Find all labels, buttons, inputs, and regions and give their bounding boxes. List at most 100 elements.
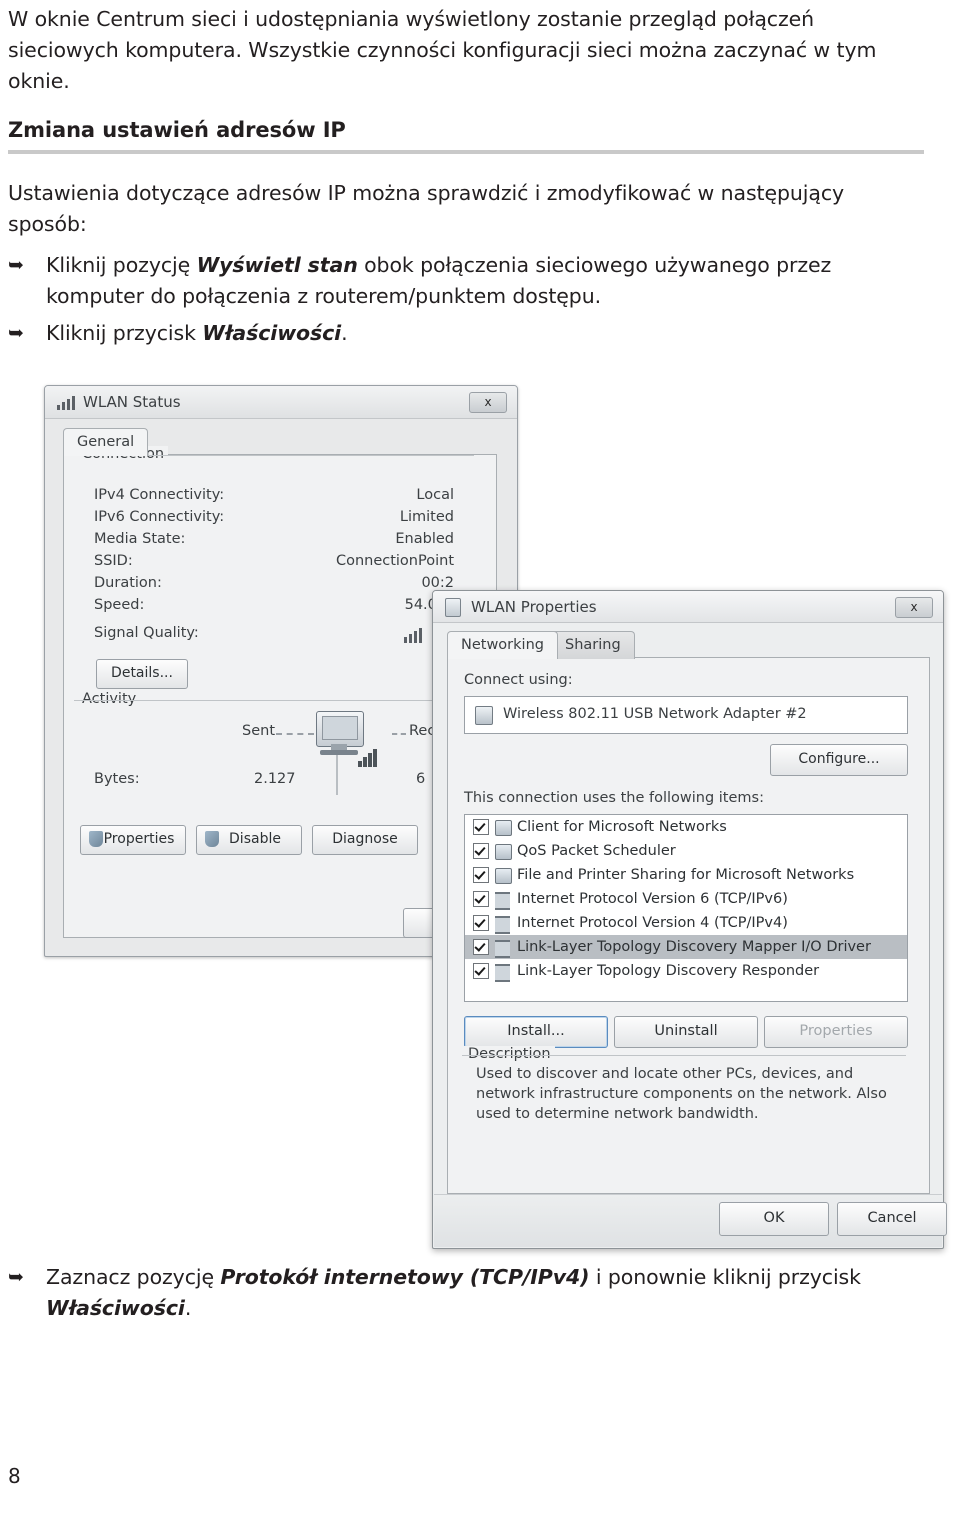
components-list[interactable]: Client for Microsoft Networks QoS Packet… <box>464 814 908 1002</box>
ssid-value: ConnectionPoint <box>335 553 454 569</box>
list-item[interactable]: Link-Layer Topology Discovery Responder <box>465 959 907 983</box>
cancel-button[interactable]: Cancel <box>837 1202 947 1236</box>
list-item-label: Link-Layer Topology Discovery Mapper I/O… <box>517 939 871 955</box>
tab-sharing[interactable]: Sharing <box>551 631 635 659</box>
ipv6-connectivity-value: Limited <box>399 509 454 525</box>
checkbox-icon[interactable] <box>473 939 489 955</box>
checkbox-icon[interactable] <box>473 843 489 859</box>
tab-general[interactable]: General <box>63 428 149 456</box>
heading-rule <box>8 150 924 154</box>
ipv4-connectivity-value: Local <box>416 487 454 503</box>
sent-dash-line <box>276 733 314 736</box>
ipv6-connectivity-label: IPv6 Connectivity: <box>94 509 225 525</box>
bytes-received-value: 6 <box>416 771 426 787</box>
list-item[interactable]: Internet Protocol Version 4 (TCP/IPv4) <box>465 911 907 935</box>
list-item[interactable]: File and Printer Sharing for Microsoft N… <box>465 863 907 887</box>
checkbox-icon[interactable] <box>473 915 489 931</box>
list-item-label: Internet Protocol Version 4 (TCP/IPv4) <box>517 915 788 931</box>
list-item-label: Link-Layer Topology Discovery Responder <box>517 963 820 979</box>
speed-label: Speed: <box>94 597 145 613</box>
details-button[interactable]: Details... <box>96 659 188 689</box>
checkbox-icon[interactable] <box>473 867 489 883</box>
pc-icon <box>495 844 512 860</box>
duration-label: Duration: <box>94 575 162 591</box>
section-heading: Zmiana ustawień adresów IP <box>8 118 346 142</box>
adapter-name: Wireless 802.11 USB Network Adapter #2 <box>503 706 807 722</box>
ipv4-connectivity-label: IPv4 Connectivity: <box>94 487 225 503</box>
list-item[interactable]: Client for Microsoft Networks <box>465 815 907 839</box>
items-label: This connection uses the following items… <box>464 790 764 806</box>
pc-icon <box>495 820 512 836</box>
duration-value: 00:2 <box>421 575 454 591</box>
arrow-icon: ➥ <box>8 254 24 276</box>
list-item-selected[interactable]: Link-Layer Topology Discovery Mapper I/O… <box>465 935 907 959</box>
shield-icon <box>205 831 219 847</box>
disable-button[interactable]: Disable <box>196 825 302 855</box>
ok-button[interactable]: OK <box>719 1202 829 1236</box>
close-icon[interactable]: x <box>895 597 933 618</box>
bullet-item-2: ➥ Kliknij przycisk Właściwości. <box>8 318 908 349</box>
checkbox-icon[interactable] <box>473 819 489 835</box>
body-paragraph: Ustawienia dotyczące adresów IP można sp… <box>8 181 845 236</box>
screenshot-figure: WLAN Status x General Connection IPv4 Co… <box>44 380 950 1252</box>
arrow-icon: ➥ <box>8 1266 24 1288</box>
monitor-screen <box>322 716 358 740</box>
received-dash-line <box>392 733 406 736</box>
item-properties-button[interactable]: Properties <box>764 1016 908 1048</box>
bullet-item-1: ➥ Kliknij pozycję Wyświetl stan obok poł… <box>8 250 908 312</box>
install-button[interactable]: Install... <box>464 1016 608 1048</box>
configure-button[interactable]: Configure... <box>770 744 908 776</box>
list-item-label: QoS Packet Scheduler <box>517 843 676 859</box>
arrow-icon: ➥ <box>8 322 24 344</box>
adapter-field[interactable]: Wireless 802.11 USB Network Adapter #2 <box>464 696 908 734</box>
activity-divider <box>336 755 338 795</box>
protocol-icon <box>495 892 510 910</box>
close-icon[interactable]: x <box>469 392 507 413</box>
wlan-properties-title: WLAN Properties <box>471 598 597 616</box>
checkbox-icon[interactable] <box>473 963 489 979</box>
checkbox-icon[interactable] <box>473 891 489 907</box>
wlan-properties-window: WLAN Properties x Networking Sharing Con… <box>432 590 947 1249</box>
list-item-label: Client for Microsoft Networks <box>517 819 727 835</box>
adapter-icon <box>475 706 493 725</box>
speed-value: 54.0 M <box>404 597 454 613</box>
list-item[interactable]: Internet Protocol Version 6 (TCP/IPv6) <box>465 887 907 911</box>
sent-label: Sent <box>242 723 276 739</box>
networking-tab-panel: Connect using: Wireless 802.11 USB Netwo… <box>447 657 930 1194</box>
activity-group-label: Activity <box>78 691 141 707</box>
computer-icon <box>312 711 377 767</box>
connect-using-label: Connect using: <box>464 672 573 688</box>
bytes-label: Bytes: <box>94 771 140 787</box>
network-adapter-icon <box>445 598 461 617</box>
description-group-label: Description <box>464 1046 555 1062</box>
shield-icon <box>89 831 103 847</box>
diagnose-button[interactable]: Diagnose <box>312 825 418 855</box>
bytes-sent-value: 2.127 <box>254 771 296 787</box>
ssid-label: SSID: <box>94 553 133 569</box>
protocol-icon <box>495 916 510 934</box>
list-item-label: File and Printer Sharing for Microsoft N… <box>517 867 855 883</box>
pc-icon <box>495 868 512 884</box>
activity-group-rule <box>74 700 474 701</box>
page-number: 8 <box>8 1464 21 1488</box>
uninstall-button[interactable]: Uninstall <box>614 1016 758 1048</box>
description-group-rule <box>462 1055 906 1056</box>
bullet-item-3: ➥ Zaznacz pozycję Protokół internetowy (… <box>8 1262 918 1324</box>
signal-quality-label: Signal Quality: <box>94 625 199 641</box>
wlan-status-title: WLAN Status <box>83 393 181 411</box>
bullet-3-text: Zaznacz pozycję Protokół internetowy (TC… <box>46 1265 861 1320</box>
protocol-icon <box>495 964 510 982</box>
signal-bars-icon <box>57 394 75 410</box>
properties-button[interactable]: Properties <box>80 825 186 855</box>
activity-signal-bars-icon <box>358 747 380 767</box>
tab-networking[interactable]: Networking <box>447 631 558 659</box>
monitor-shape <box>316 711 364 747</box>
protocol-icon <box>495 940 510 958</box>
intro-paragraph: W oknie Centrum sieci i udostępniania wy… <box>8 7 877 93</box>
document-page: W oknie Centrum sieci i udostępniania wy… <box>0 0 960 1521</box>
media-state-label: Media State: <box>94 531 186 547</box>
description-text: Used to discover and locate other PCs, d… <box>476 1066 887 1122</box>
monitor-base <box>320 750 358 755</box>
list-item[interactable]: QoS Packet Scheduler <box>465 839 907 863</box>
bullet-1-text: Kliknij pozycję Wyświetl stan obok połąc… <box>46 253 832 308</box>
